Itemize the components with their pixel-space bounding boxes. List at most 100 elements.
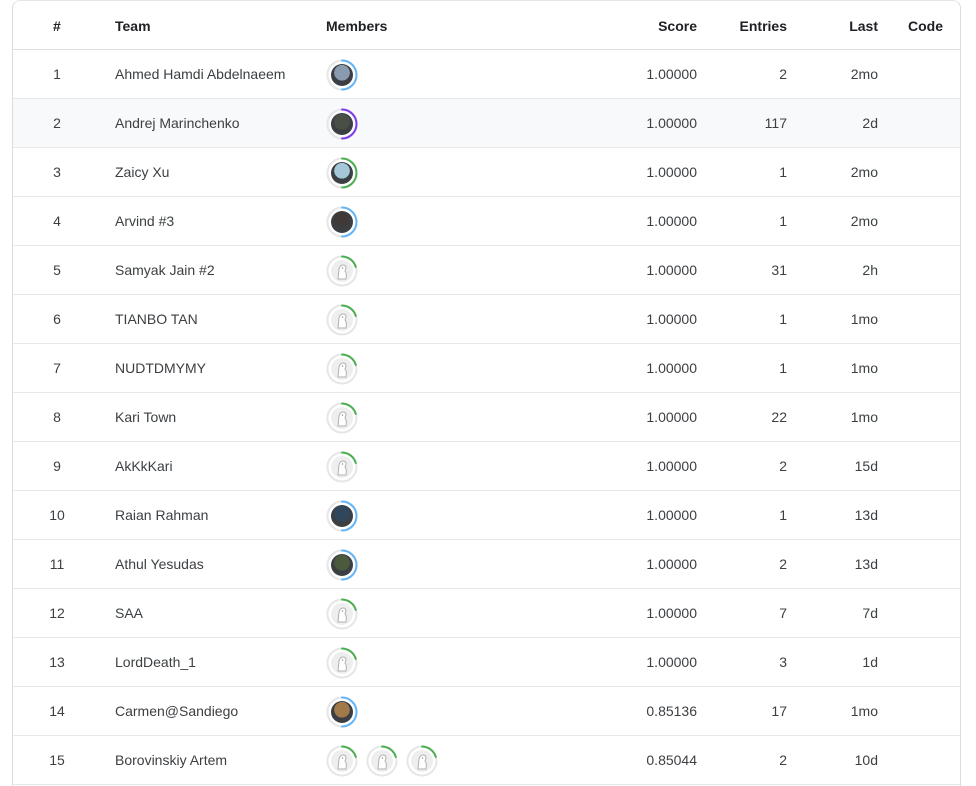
members-cell — [326, 745, 438, 777]
avatar[interactable] — [326, 304, 358, 336]
team-name[interactable]: Borovinskiy Artem — [115, 752, 227, 768]
entries-cell: 1 — [779, 360, 787, 376]
col-members-header: Members — [326, 18, 388, 34]
score-cell: 0.85044 — [646, 752, 697, 768]
col-rank-header[interactable]: # — [53, 18, 61, 34]
team-name[interactable]: Carmen@Sandiego — [115, 703, 238, 719]
table-row[interactable]: 2 Andrej Marinchenko 1.00000 117 2d — [13, 99, 960, 148]
rank-cell: 8 — [53, 409, 61, 425]
user-photo-icon — [331, 554, 353, 576]
default-avatar-icon — [331, 652, 353, 674]
rank-cell: 11 — [49, 556, 65, 572]
last-submission-cell: 13d — [854, 556, 878, 572]
last-submission-cell: 2h — [862, 262, 878, 278]
rank-cell: 10 — [49, 507, 65, 523]
members-cell — [326, 696, 358, 728]
col-last-header[interactable]: Last — [813, 18, 878, 34]
avatar[interactable] — [326, 598, 358, 630]
avatar[interactable] — [326, 500, 358, 532]
table-row[interactable]: 5 Samyak Jain #2 1.00000 31 2h — [13, 246, 960, 295]
col-entries-header[interactable]: Entries — [723, 18, 787, 34]
table-row[interactable]: 3 Zaicy Xu 1.00000 1 2mo — [13, 148, 960, 197]
entries-cell: 1 — [779, 311, 787, 327]
table-row[interactable]: 9 AkKkKari 1.00000 2 15d — [13, 442, 960, 491]
entries-cell: 17 — [771, 703, 787, 719]
score-cell: 1.00000 — [646, 262, 697, 278]
last-submission-cell: 2mo — [850, 213, 878, 229]
score-cell: 1.00000 — [646, 115, 697, 131]
leaderboard-rows: 1 Ahmed Hamdi Abdelnaeem 1.00000 2 2mo 2 Andre… — [13, 50, 960, 785]
rank-cell: 4 — [53, 213, 61, 229]
avatar[interactable] — [326, 647, 358, 679]
members-cell — [326, 598, 358, 630]
rank-cell: 12 — [49, 605, 65, 621]
avatar[interactable] — [326, 59, 358, 91]
team-name[interactable]: TIANBO TAN — [115, 311, 198, 327]
members-cell — [326, 206, 358, 238]
default-avatar-icon — [331, 603, 353, 625]
table-row[interactable]: 8 Kari Town 1.00000 22 1mo — [13, 393, 960, 442]
entries-cell: 117 — [764, 115, 787, 131]
last-submission-cell: 15d — [854, 458, 878, 474]
team-name[interactable]: AkKkKari — [115, 458, 173, 474]
last-submission-cell: 1mo — [850, 409, 878, 425]
team-name[interactable]: SAA — [115, 605, 143, 621]
default-avatar-icon — [411, 750, 433, 772]
avatar[interactable] — [326, 745, 358, 777]
team-name[interactable]: Kari Town — [115, 409, 176, 425]
table-row[interactable]: 11 Athul Yesudas 1.00000 2 13d — [13, 540, 960, 589]
avatar[interactable] — [326, 108, 358, 140]
table-row[interactable]: 15 Borovinskiy Artem 0.85044 2 10d — [13, 736, 960, 785]
team-name[interactable]: Arvind #3 — [115, 213, 174, 229]
members-cell — [326, 304, 358, 336]
avatar[interactable] — [326, 157, 358, 189]
avatar[interactable] — [326, 402, 358, 434]
members-cell — [326, 647, 358, 679]
members-cell — [326, 500, 358, 532]
avatar[interactable] — [326, 353, 358, 385]
col-team-header[interactable]: Team — [115, 18, 151, 34]
default-avatar-icon — [331, 309, 353, 331]
table-row[interactable]: 4 Arvind #3 1.00000 1 2mo — [13, 197, 960, 246]
table-row[interactable]: 14 Carmen@Sandiego 0.85136 17 1mo — [13, 687, 960, 736]
default-avatar-icon — [371, 750, 393, 772]
team-name[interactable]: Zaicy Xu — [115, 164, 169, 180]
score-cell: 1.00000 — [646, 556, 697, 572]
last-submission-cell: 10d — [854, 752, 878, 768]
table-row[interactable]: 12 SAA 1.00000 7 7d — [13, 589, 960, 638]
last-submission-cell: 2mo — [850, 66, 878, 82]
avatar[interactable] — [326, 206, 358, 238]
members-cell — [326, 353, 358, 385]
leaderboard-header: # Team Members Score Entries Last Code — [13, 1, 960, 50]
team-name[interactable]: Ahmed Hamdi Abdelnaeem — [115, 66, 285, 82]
team-name[interactable]: Andrej Marinchenko — [115, 115, 240, 131]
table-row[interactable]: 6 TIANBO TAN 1.00000 1 1mo — [13, 295, 960, 344]
avatar[interactable] — [406, 745, 438, 777]
table-row[interactable]: 10 Raian Rahman 1.00000 1 13d — [13, 491, 960, 540]
score-cell: 0.85136 — [646, 703, 697, 719]
table-row[interactable]: 7 NUDTDMYMY 1.00000 1 1mo — [13, 344, 960, 393]
user-photo-icon — [331, 113, 353, 135]
table-row[interactable]: 1 Ahmed Hamdi Abdelnaeem 1.00000 2 2mo — [13, 50, 960, 99]
avatar[interactable] — [326, 549, 358, 581]
avatar[interactable] — [366, 745, 398, 777]
default-avatar-icon — [331, 260, 353, 282]
team-name[interactable]: NUDTDMYMY — [115, 360, 206, 376]
leaderboard: # Team Members Score Entries Last Code 1… — [12, 0, 961, 786]
entries-cell: 2 — [779, 752, 787, 768]
team-name[interactable]: Raian Rahman — [115, 507, 208, 523]
members-cell — [326, 157, 358, 189]
avatar[interactable] — [326, 696, 358, 728]
team-name[interactable]: LordDeath_1 — [115, 654, 196, 670]
rank-cell: 13 — [49, 654, 65, 670]
avatar[interactable] — [326, 451, 358, 483]
entries-cell: 1 — [779, 213, 787, 229]
team-name[interactable]: Athul Yesudas — [115, 556, 204, 572]
col-score-header[interactable]: Score — [623, 18, 697, 34]
rank-cell: 2 — [53, 115, 61, 131]
score-cell: 1.00000 — [646, 409, 697, 425]
table-row[interactable]: 13 LordDeath_1 1.00000 3 1d — [13, 638, 960, 687]
avatar[interactable] — [326, 255, 358, 287]
rank-cell: 14 — [49, 703, 65, 719]
team-name[interactable]: Samyak Jain #2 — [115, 262, 215, 278]
